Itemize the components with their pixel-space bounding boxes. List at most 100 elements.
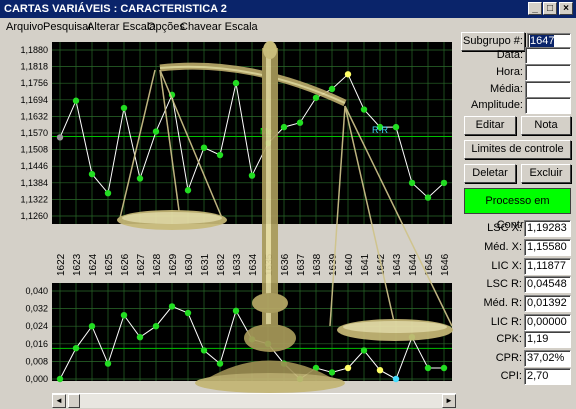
xbar-point: [152, 128, 160, 135]
xbar-point: [296, 119, 304, 126]
data-label: Data:: [496, 49, 523, 61]
range-point: [360, 347, 368, 354]
xbar-xtick: 1629: [168, 253, 179, 276]
media-field[interactable]: [525, 81, 571, 98]
range-point: [72, 345, 80, 352]
xbar-xtick: 1636: [280, 253, 291, 276]
xbar-xtick: 1631: [200, 253, 211, 276]
xbar-xtick: 1628: [152, 253, 163, 276]
xbar-ytick: 1,1570: [20, 128, 48, 138]
stat-value-6: 1,19: [524, 331, 571, 348]
xbar-point: [312, 94, 320, 101]
menu-alterar-escala[interactable]: Alterar Escala: [87, 18, 155, 36]
stat-label-1: Méd. X:: [484, 241, 522, 253]
process-status-badge: Processo em Controle: [464, 188, 571, 231]
xbar-point: [56, 134, 64, 141]
stat-label-0: LSC X:: [487, 222, 522, 234]
xbar-xtick: 1624: [88, 253, 99, 276]
horizontal-scrollbar[interactable]: ◄ ►: [52, 393, 456, 408]
stat-label-2: LIC X:: [491, 260, 522, 272]
xbar-point: [440, 179, 448, 187]
stat-value-1: 1,15580: [524, 239, 571, 256]
xbar-ytick: 1,1322: [20, 194, 48, 204]
xbar-ytick: 1,1508: [20, 145, 48, 155]
close-button[interactable]: ×: [559, 2, 573, 15]
xbar-ytick: 1,1880: [20, 45, 48, 55]
xbar-ytick: 1,1384: [20, 178, 48, 188]
range-ytick: 0,016: [25, 339, 48, 349]
menu-pesquisar[interactable]: Pesquisar: [43, 18, 92, 36]
data-field[interactable]: [525, 47, 571, 64]
xbar-point: [216, 151, 224, 159]
xbar-point: [104, 189, 112, 197]
maximize-button[interactable]: □: [543, 2, 557, 15]
title-bar: CARTAS VARIÁVEIS : CARACTERISTICA 2 _ □ …: [0, 0, 576, 18]
range-ytick: 0,032: [25, 304, 48, 314]
xbar-point: [72, 97, 80, 104]
scroll-left-button[interactable]: ◄: [52, 394, 66, 408]
hora-field[interactable]: [525, 64, 571, 81]
xbar-point: [248, 172, 256, 179]
range-ytick: 0,024: [25, 321, 48, 331]
range-point: [136, 334, 144, 341]
range-point: [88, 323, 96, 330]
menu-chavear-escala[interactable]: Chavear Escala: [180, 18, 258, 36]
range-point: [152, 323, 160, 330]
xbar-xtick: 1625: [104, 253, 115, 276]
xbar-point: [392, 123, 400, 131]
xbar-point: [328, 85, 336, 93]
xbar-point: [424, 194, 432, 201]
xbar-ytick: 1,1694: [20, 95, 48, 105]
range-point: [328, 369, 336, 376]
xbar-point: [280, 123, 288, 131]
range-point: [104, 360, 112, 367]
xbar-point: [200, 144, 208, 151]
xbar-xtick: 1643: [392, 253, 403, 276]
range-point: [424, 364, 432, 372]
range-point: [168, 303, 176, 310]
xbar-xtick: 1637: [296, 253, 307, 276]
scroll-thumb[interactable]: [68, 394, 80, 408]
deletar-button[interactable]: Deletar: [464, 164, 516, 183]
xbar-point: [184, 187, 192, 194]
stat-value-0: 1,19283: [524, 220, 571, 237]
xbar-annotation: R-R: [372, 125, 388, 135]
xbar-xtick: 1640: [344, 253, 355, 276]
xbar-xtick: 1644: [408, 253, 419, 276]
range-point: [392, 375, 400, 383]
xbar-xtick: 1627: [136, 253, 147, 276]
xbar-xtick: 1623: [72, 253, 83, 276]
xbar-point: [120, 104, 128, 112]
nota-button[interactable]: Nota: [521, 116, 571, 135]
minimize-button[interactable]: _: [528, 2, 542, 15]
xbar-point: [136, 175, 144, 182]
stat-value-5: 0,00000: [524, 314, 571, 331]
range-point: [216, 360, 224, 367]
stat-label-5: LIC R:: [490, 316, 522, 328]
stat-value-2: 1,11877: [524, 258, 571, 275]
xbar-ytick: 1,1446: [20, 161, 48, 171]
xbar-point: [360, 106, 368, 113]
xbar-xtick: 1634: [248, 253, 259, 276]
range-point: [200, 347, 208, 354]
amplitude-label: Amplitude:: [471, 99, 523, 111]
charts-area: 1,1880 1,1818 1,1756 1,1694 1,1632 1,1570 1,15…: [0, 38, 456, 393]
xbar-ytick: 1,1260: [20, 211, 48, 221]
amplitude-field[interactable]: [525, 97, 571, 114]
range-point: [184, 309, 192, 317]
stat-value-4: 0,01392: [524, 295, 571, 312]
menu-arquivo[interactable]: Arquivo: [6, 18, 43, 36]
stat-value-8: 2,70: [524, 368, 571, 385]
range-ytick: 0,040: [25, 286, 48, 296]
range-point: [232, 307, 240, 314]
subgroup-value: 1647: [530, 35, 555, 47]
xbar-xtick: 1630: [184, 253, 195, 276]
xbar-xtick: 1638: [312, 253, 323, 276]
limites-button[interactable]: Limites de controle: [464, 140, 571, 159]
xbar-xtick: 1626: [120, 253, 131, 276]
xbar-xtick: 1622: [56, 253, 67, 276]
scroll-right-button[interactable]: ►: [442, 394, 456, 408]
editar-button[interactable]: Editar: [464, 116, 516, 135]
xbar-point: [344, 71, 352, 78]
excluir-button[interactable]: Excluir: [521, 164, 571, 183]
